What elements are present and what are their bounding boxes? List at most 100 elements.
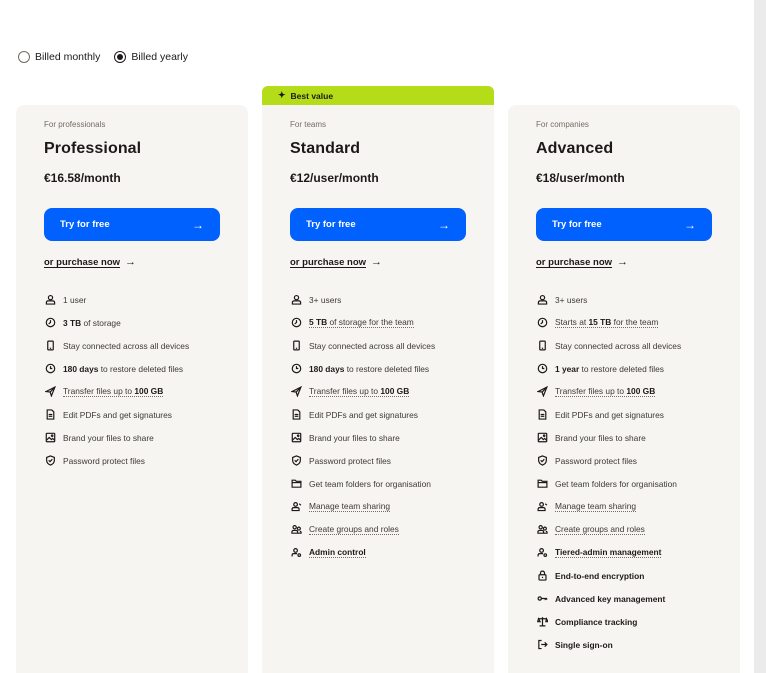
feature-item: Get team folders for organisation (536, 472, 740, 495)
feature-text: 180 days to restore deleted files (309, 364, 429, 374)
feature-highlight: Compliance tracking (555, 616, 638, 627)
feature-text: Get team folders for organisation (309, 479, 431, 489)
arrow-right-icon: → (617, 256, 629, 268)
feature-item: Single sign-on (536, 633, 740, 656)
plan-name: Advanced (536, 140, 614, 157)
feature-item[interactable]: Transfer files up to 100 GB (44, 380, 248, 403)
feature-item[interactable]: Create groups and roles (290, 518, 494, 541)
history-icon (536, 363, 548, 375)
feature-item[interactable]: 5 TB of storage for the team (290, 311, 494, 334)
feature-list: 3+ users 5 TB of storage for the team Stay… (290, 288, 494, 564)
feature-text: Stay connected across all devices (309, 341, 435, 351)
send-icon (290, 386, 302, 398)
arrow-right-icon: → (371, 256, 383, 268)
send-icon (536, 386, 548, 398)
badge-label: Best value (290, 90, 334, 101)
feature-text-part: Transfer files up to (309, 386, 381, 396)
try-for-free-button[interactable]: Try for free → (290, 208, 466, 241)
key-icon (536, 593, 548, 605)
feature-text-part: to restore deleted files (98, 363, 184, 374)
sparkle-icon: ✦ (278, 90, 286, 100)
feature-item: Stay connected across all devices (536, 334, 740, 357)
feature-highlight: 5 TB (309, 317, 328, 327)
try-for-free-button[interactable]: Try for free → (44, 208, 220, 241)
feature-text-part: Edit PDFs and get signatures (555, 409, 664, 420)
billed-yearly-option[interactable]: Billed yearly (114, 51, 188, 63)
history-icon (290, 363, 302, 375)
shield-icon (44, 455, 56, 467)
image-icon (44, 432, 56, 444)
feature-item: 180 days to restore deleted files (290, 357, 494, 380)
feature-text: Admin control (309, 547, 366, 558)
purchase-now-label: or purchase now (536, 256, 613, 268)
billed-monthly-radio[interactable] (18, 51, 30, 63)
feature-item[interactable]: Manage team sharing (290, 495, 494, 518)
feature-item[interactable]: Create groups and roles (536, 518, 740, 541)
feature-text-part: to restore deleted files (579, 363, 664, 374)
feature-text: Stay connected across all devices (555, 341, 681, 351)
try-for-free-button[interactable]: Try for free → (536, 208, 712, 241)
feature-text-part: Get team folders for organisation (555, 478, 677, 489)
feature-text-part: Starts at (555, 317, 589, 327)
billed-monthly-option[interactable]: Billed monthly (18, 51, 100, 63)
device-icon (44, 340, 56, 352)
feature-item[interactable]: Manage team sharing (536, 495, 740, 518)
feature-highlight: 180 days (309, 363, 345, 374)
feature-text: End-to-end encryption (555, 571, 644, 581)
feature-text: 3+ users (555, 295, 587, 305)
purchase-now-link[interactable]: or purchase now → (536, 256, 740, 268)
purchase-now-label: or purchase now (290, 256, 367, 268)
plan-price: €16.58/month (44, 171, 121, 185)
feature-text: Get team folders for organisation (555, 479, 677, 489)
group-icon (536, 524, 548, 536)
feature-item: 3+ users (536, 288, 740, 311)
feature-item[interactable]: Transfer files up to 100 GB (290, 380, 494, 403)
feature-text: Brand your files to share (555, 433, 646, 443)
purchase-now-link[interactable]: or purchase now → (44, 256, 248, 268)
feature-item: Stay connected across all devices (44, 334, 248, 357)
feature-text: 5 TB of storage for the team (309, 317, 414, 328)
feature-text: Password protect files (555, 456, 637, 466)
feature-text-part: Password protect files (555, 455, 637, 466)
feature-text: Single sign-on (555, 640, 613, 650)
billed-yearly-radio[interactable] (114, 51, 127, 63)
feature-item: Brand your files to share (536, 426, 740, 449)
feature-item[interactable]: Transfer files up to 100 GB (536, 380, 740, 403)
feature-text-part: Stay connected across all devices (63, 340, 190, 351)
feature-text: Transfer files up to 100 GB (555, 386, 656, 397)
purchase-now-link[interactable]: or purchase now → (290, 256, 494, 268)
feature-item: Edit PDFs and get signatures (290, 403, 494, 426)
feature-item[interactable]: Admin control (290, 541, 494, 564)
feature-text-part: Password protect files (63, 455, 145, 466)
arrow-right-icon: → (125, 256, 137, 268)
send-icon (44, 386, 56, 398)
feature-highlight: Advanced key management (555, 593, 666, 604)
feature-text: Starts at 15 TB for the team (555, 317, 659, 328)
feature-item[interactable]: Tiered-admin management (536, 541, 740, 564)
plan-name: Professional (44, 140, 142, 157)
feature-item[interactable]: Starts at 15 TB for the team (536, 311, 740, 334)
feature-highlight: Admin control (309, 547, 366, 557)
team-share-icon (290, 501, 302, 513)
feature-text: 1 user (63, 295, 86, 305)
user-icon (290, 294, 302, 306)
feature-text-part: 1 user (63, 294, 87, 305)
feature-highlight: 100 GB (134, 386, 164, 396)
team-share-icon (536, 501, 548, 513)
feature-highlight: 180 days (63, 363, 99, 374)
feature-text: 3 TB of storage (63, 318, 121, 328)
feature-item: 1 user (44, 288, 248, 311)
feature-item: 180 days to restore deleted files (44, 357, 248, 380)
feature-text: Password protect files (309, 456, 391, 466)
feature-text-part: to restore deleted files (344, 363, 430, 374)
feature-text-part: Get team folders for organisation (309, 478, 431, 489)
arrow-right-icon: → (684, 217, 696, 232)
user-icon (44, 294, 56, 306)
feature-text: Password protect files (63, 456, 145, 466)
feature-text-part: Create groups and roles (555, 524, 645, 534)
arrow-right-icon: → (192, 217, 204, 232)
feature-text: Stay connected across all devices (63, 341, 189, 351)
feature-text: Edit PDFs and get signatures (309, 410, 418, 420)
feature-text-part: Brand your files to share (555, 432, 646, 443)
history-icon (44, 363, 56, 375)
